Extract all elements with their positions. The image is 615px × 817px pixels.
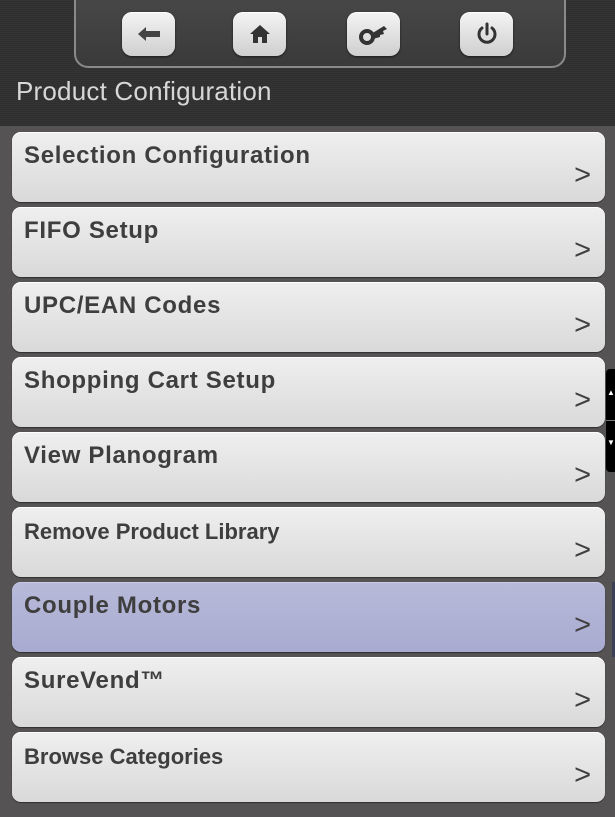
chevron-right-icon: > (574, 759, 591, 791)
top-navigation-bar (74, 0, 566, 68)
chevron-right-icon: > (574, 309, 591, 341)
menu-item-label: Selection Configuration (24, 142, 311, 169)
menu-item-upc-ean-codes[interactable]: UPC/EAN Codes > (12, 282, 605, 352)
key-icon (358, 26, 387, 45)
chevron-right-icon: > (574, 459, 591, 491)
home-icon (249, 25, 270, 43)
power-icon (477, 22, 496, 44)
home-button[interactable] (233, 12, 286, 56)
menu-item-view-planogram[interactable]: View Planogram > (12, 432, 605, 502)
menu-item-browse-categories[interactable]: Browse Categories > (12, 732, 605, 802)
back-button[interactable] (122, 12, 175, 56)
menu-item-remove-product-library[interactable]: Remove Product Library > (12, 507, 605, 577)
chevron-right-icon: > (574, 609, 591, 641)
scroll-down-icon[interactable]: ▼ (607, 438, 615, 448)
chevron-right-icon: > (574, 684, 591, 716)
menu-item-couple-motors[interactable]: Couple Motors > (12, 582, 605, 652)
menu-item-label: Remove Product Library (24, 519, 280, 544)
menu-item-label: Couple Motors (24, 592, 202, 619)
menu-item-surevend[interactable]: SureVend™ > (12, 657, 605, 727)
power-button[interactable] (460, 12, 513, 56)
chevron-right-icon: > (574, 384, 591, 416)
menu-item-selection-configuration[interactable]: Selection Configuration > (12, 132, 605, 202)
scroll-divider (606, 420, 615, 421)
chevron-right-icon: > (574, 159, 591, 191)
menu-list: Selection Configuration > FIFO Setup > U… (0, 126, 615, 817)
scroll-control[interactable]: ▲ ▼ (606, 369, 615, 472)
menu-item-fifo-setup[interactable]: FIFO Setup > (12, 207, 605, 277)
menu-item-shopping-cart-setup[interactable]: Shopping Cart Setup > (12, 357, 605, 427)
chevron-right-icon: > (574, 534, 591, 566)
product-configuration-screen: Product Configuration Selection Configur… (0, 0, 615, 817)
menu-item-label: FIFO Setup (24, 217, 159, 244)
menu-item-label: UPC/EAN Codes (24, 292, 222, 319)
menu-item-label: Shopping Cart Setup (24, 367, 276, 394)
back-arrow-icon (137, 27, 160, 41)
key-button[interactable] (347, 12, 400, 56)
menu-item-label: Browse Categories (24, 744, 224, 769)
menu-item-label: SureVend™ (24, 667, 166, 694)
chevron-right-icon: > (574, 234, 591, 266)
page-title: Product Configuration (16, 76, 272, 106)
scroll-up-icon[interactable]: ▲ (607, 388, 615, 398)
menu-item-label: View Planogram (24, 442, 219, 469)
